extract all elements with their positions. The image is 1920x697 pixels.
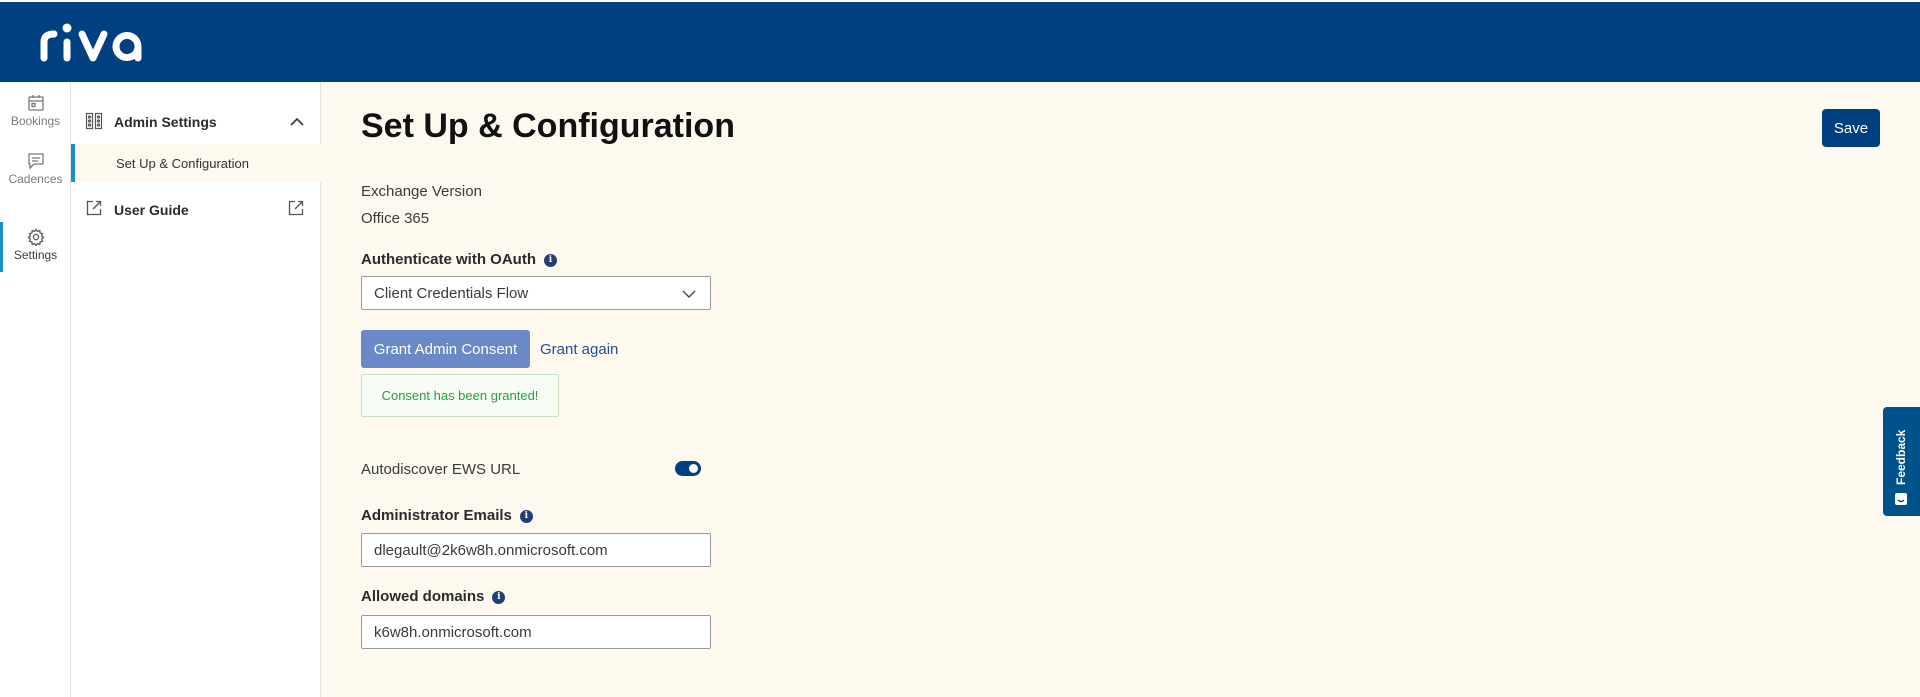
subnav-item-label: Set Up & Configuration	[116, 156, 249, 171]
grant-admin-consent-button[interactable]: Grant Admin Consent	[361, 330, 530, 368]
admin-settings-label: Admin Settings	[114, 114, 217, 130]
main-content: Set Up & Configuration Save Exchange Ver…	[322, 82, 1920, 697]
settings-panel-icon	[85, 112, 103, 130]
oauth-label-row: Authenticate with OAuth i	[361, 251, 557, 268]
info-icon[interactable]: i	[492, 591, 506, 604]
autodiscover-toggle[interactable]	[675, 461, 701, 476]
external-link-icon[interactable]	[287, 199, 305, 217]
allowed-domains-label-row: Allowed domains i	[361, 588, 506, 605]
exchange-version-value: Office 365	[361, 210, 430, 227]
oauth-label: Authenticate with OAuth	[361, 251, 536, 268]
admin-settings-toggle[interactable]: Admin Settings	[71, 104, 321, 140]
top-bar	[0, 0, 1920, 82]
feedback-icon	[1895, 493, 1907, 505]
oauth-selected-value: Client Credentials Flow	[374, 285, 529, 302]
grant-again-link[interactable]: Grant again	[540, 341, 618, 358]
user-guide-link[interactable]: User Guide	[71, 194, 321, 224]
rail-item-settings[interactable]: Settings	[0, 222, 71, 276]
page-title: Set Up & Configuration	[361, 107, 735, 145]
admin-emails-input[interactable]	[361, 533, 711, 567]
exchange-version-label: Exchange Version	[361, 183, 482, 200]
user-guide-label: User Guide	[114, 202, 189, 218]
admin-emails-label-row: Administrator Emails i	[361, 507, 533, 524]
settings-subnav: Admin Settings Set Up & Configuration Us…	[71, 82, 321, 697]
open-in-new-icon	[86, 200, 102, 216]
subnav-item-setup-configuration[interactable]: Set Up & Configuration	[71, 144, 321, 182]
rail-item-bookings[interactable]: Bookings	[0, 88, 71, 142]
chevron-down-icon	[682, 290, 696, 298]
rail-label-bookings: Bookings	[10, 114, 61, 128]
consent-success-message: Consent has been granted!	[361, 374, 559, 417]
gear-icon	[27, 228, 44, 246]
info-icon[interactable]: i	[544, 254, 557, 267]
autodiscover-label: Autodiscover EWS URL	[361, 461, 521, 478]
admin-emails-label: Administrator Emails	[361, 507, 512, 524]
feedback-tab[interactable]: Feedback	[1883, 407, 1920, 516]
save-button[interactable]: Save	[1822, 109, 1880, 147]
rail-label-settings: Settings	[13, 248, 58, 262]
feedback-label: Feedback	[1894, 429, 1908, 485]
allowed-domains-input[interactable]	[361, 615, 711, 649]
allowed-domains-label: Allowed domains	[361, 588, 485, 605]
icon-rail: Bookings Cadences Settings	[0, 82, 71, 697]
chevron-up-icon[interactable]	[289, 114, 305, 130]
rail-item-cadences[interactable]: Cadences	[0, 146, 71, 200]
riva-logo[interactable]	[38, 20, 158, 64]
rail-label-cadences: Cadences	[8, 172, 63, 186]
info-icon[interactable]: i	[519, 510, 533, 523]
calendar-icon	[27, 95, 44, 111]
oauth-dropdown[interactable]: Client Credentials Flow	[361, 276, 711, 310]
comment-icon	[27, 153, 44, 170]
